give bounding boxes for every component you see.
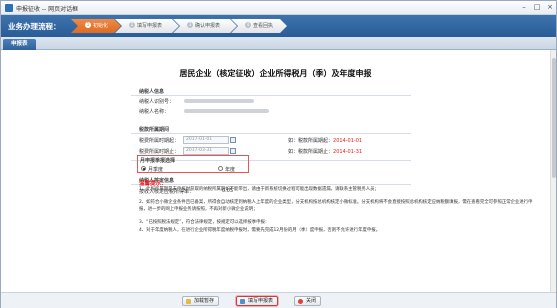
edit-icon: [240, 299, 245, 304]
step-confirm-form: 3 确认申报表: [173, 19, 237, 33]
hint-line: 1、此报所属期是未申报时获取的纳税所属期如不能带出，请由于新系统切换过程可能出现…: [139, 187, 379, 192]
period-end-input[interactable]: 2017-03-31: [183, 147, 229, 155]
period-section-heading: 税款所属期间: [139, 127, 170, 133]
tab-strip: 申报表: [1, 37, 556, 50]
period-start-label: 税费所属时期起：: [139, 138, 180, 144]
period-end-label: 税费所属时期止：: [139, 149, 180, 155]
hint-title: 温馨提示：: [139, 181, 167, 187]
step-fill-form: 2 填写申报表: [115, 19, 179, 33]
hint-line: 3、“已按照税法规定”，符合法律规定，按规定可以选择按季申报：: [139, 220, 270, 225]
radio-annual[interactable]: [218, 166, 223, 171]
step-initialize: 1 初始化: [71, 19, 121, 33]
dialog-window: 申报征收 -- 网页对话框 – □ × 业务办理流程： 1 初始化 2 填写申报表 …: [0, 0, 557, 308]
calendar-icon[interactable]: [230, 148, 236, 154]
form-title: 居民企业（核定征收）企业所得税月（季）及年度申报: [179, 69, 372, 78]
divider: [131, 133, 411, 134]
taxpayer-name-masked: [184, 109, 269, 113]
radio-quarterly-label[interactable]: 月季度: [148, 166, 163, 173]
taxpayer-id-masked: [184, 99, 254, 103]
close-icon[interactable]: ×: [544, 3, 556, 12]
declare-type-group: 月申报季报选择 月季度 年度: [137, 155, 249, 173]
calendar-icon[interactable]: [230, 137, 236, 143]
vertical-scrollbar[interactable]: [550, 50, 556, 292]
period-start-hint: 如：税款所属期起：2014-01-01: [288, 138, 363, 144]
folder-icon: [186, 299, 191, 304]
step-view-receipt: 4 查看回执: [231, 19, 287, 33]
hint-line: 4、对于年度纳税人，在进行企业所得税年度纳税申报时，需要先完成12月份的月（季）…: [139, 228, 381, 233]
declare-type-label: 月申报季报选择: [140, 158, 176, 164]
scrollbar-thumb[interactable]: [552, 58, 556, 178]
hint-line: 2、如符合小微企业条件且已备案，所得会自动核定到纳税人上年度的企业类型，分支机构…: [139, 200, 533, 212]
taxpayer-name-label: 纳税人名称：: [139, 109, 170, 115]
process-step-bar: 业务办理流程： 1 初始化 2 填写申报表 3 确认申报表 4 查看回执: [1, 15, 556, 37]
fill-form-button[interactable]: 填写申报表: [236, 296, 279, 306]
taxpayer-id-label: 纳税人识别号：: [139, 99, 175, 105]
period-start-input[interactable]: 2017-01-01: [183, 136, 229, 144]
footer-toolbar: 加载暂存 填写申报表 关闭: [1, 292, 556, 308]
form-content: 居民企业（核定征收）企业所得税月（季）及年度申报 纳税人信息 纳税人识别号： 纳…: [1, 50, 550, 292]
minimize-icon[interactable]: –: [518, 3, 530, 12]
tab-declaration-form[interactable]: 申报表: [3, 39, 36, 50]
divider: [131, 95, 411, 96]
maximize-icon[interactable]: □: [531, 3, 543, 12]
taxpayer-section-heading: 纳税人信息: [139, 89, 165, 95]
load-draft-button[interactable]: 加载暂存: [182, 296, 220, 306]
window-title: 申报征收 -- 网页对话框: [16, 6, 79, 13]
close-circle-icon: [298, 299, 303, 304]
radio-quarterly[interactable]: [141, 166, 146, 171]
radio-annual-label[interactable]: 年度: [225, 166, 235, 173]
close-button[interactable]: 关闭: [294, 296, 322, 306]
divider: [131, 184, 411, 185]
process-label: 业务办理流程：: [8, 22, 61, 31]
period-end-hint: 如：税款所属期止：2014-01-31: [288, 149, 363, 155]
app-icon: [5, 4, 13, 12]
title-bar: 申报征收 -- 网页对话框 – □ ×: [1, 1, 556, 15]
